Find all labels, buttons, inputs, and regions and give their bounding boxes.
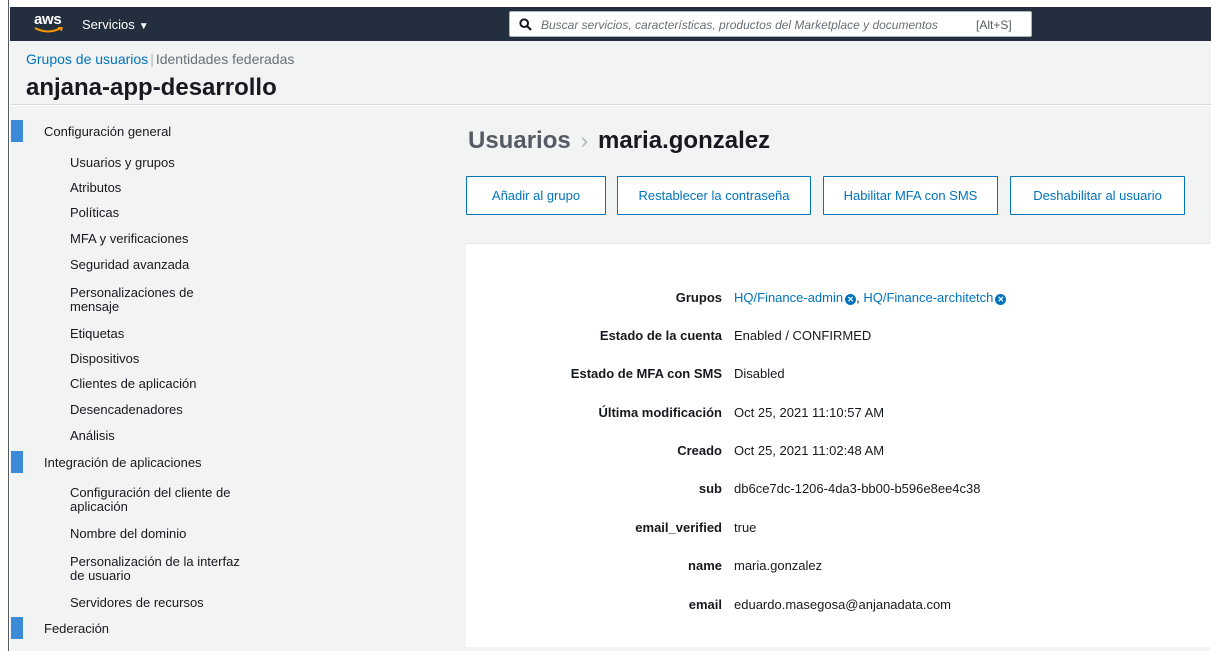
detail-value: maria.gonzalez: [734, 558, 823, 573]
detail-label: name: [688, 558, 722, 573]
detail-label: Creado: [677, 443, 722, 458]
group-link[interactable]: HQ/Finance-admin: [734, 290, 843, 305]
detail-label: Estado de la cuenta: [599, 328, 722, 343]
sidebar-item-message-customizations[interactable]: Personalizaciones de mensaje: [70, 286, 240, 314]
detail-row-created: Creado Oct 25, 2021 11:02:48 AM: [466, 443, 1211, 461]
caret-down-icon: ▼: [138, 21, 149, 32]
enable-mfa-button[interactable]: Habilitar MFA con SMS: [823, 176, 998, 215]
detail-value: Oct 25, 2021 11:10:57 AM: [734, 405, 885, 420]
reset-password-button[interactable]: Restablecer la contraseña: [617, 176, 811, 215]
detail-value: Disabled: [734, 366, 785, 381]
username-title: maria.gonzalez: [598, 127, 771, 154]
detail-row-email-verified: email_verified true: [466, 520, 1211, 538]
sidebar-item-users-groups[interactable]: Usuarios y grupos: [70, 156, 240, 170]
sidebar-item-policies[interactable]: Políticas: [70, 206, 240, 220]
user-pool-header: Grupos de usuarios | Identidades federadas…: [10, 41, 1211, 105]
detail-value: Enabled / CONFIRMED: [734, 328, 872, 343]
sidebar: Configuración general Usuarios y grupos …: [10, 106, 432, 651]
services-menu[interactable]: Servicios ▼: [82, 17, 149, 32]
sidebar-item-tags[interactable]: Etiquetas: [70, 327, 240, 341]
remove-circle-icon[interactable]: ✕: [845, 294, 857, 305]
detail-row-groups: Grupos HQ/Finance-admin ✕, HQ/Finance-arc…: [466, 290, 1211, 308]
section-marker: [11, 617, 23, 639]
tab-user-pools[interactable]: Grupos de usuarios: [26, 51, 148, 67]
detail-label: Última modificación: [598, 405, 722, 420]
page-title: Usuarios › maria.gonzalez: [468, 127, 770, 155]
detail-value: Oct 25, 2021 11:02:48 AM: [734, 443, 885, 458]
aws-smile-icon: [34, 27, 63, 33]
services-label: Servicios: [82, 17, 135, 32]
detail-label: email: [688, 597, 722, 612]
group-link[interactable]: HQ/Finance-architetch: [863, 290, 993, 305]
sidebar-section-federation[interactable]: Federación: [10, 617, 432, 639]
detail-label: Estado de MFA con SMS: [570, 366, 722, 381]
detail-label: email_verified: [635, 520, 722, 535]
pool-type-tabs: Grupos de usuarios | Identidades federadas: [26, 51, 294, 67]
sidebar-item-domain-name[interactable]: Nombre del dominio: [70, 527, 240, 541]
user-details-panel: Grupos HQ/Finance-admin ✕, HQ/Finance-arc…: [466, 243, 1211, 647]
detail-row-sub: sub db6ce7dc-1206-4da3-bb00-b596e8ee4c38: [466, 481, 1211, 499]
sidebar-item-app-clients[interactable]: Clientes de aplicación: [70, 377, 240, 391]
add-to-group-button[interactable]: Añadir al grupo: [466, 176, 606, 215]
search-input[interactable]: Buscar servicios, características, produ…: [541, 18, 975, 32]
tab-separator: |: [150, 51, 154, 67]
detail-label: sub: [698, 481, 722, 496]
detail-row-last-modified: Última modificación Oct 25, 2021 11:10:5…: [466, 405, 1211, 423]
sidebar-item-advanced-security[interactable]: Seguridad avanzada: [70, 258, 240, 272]
sidebar-section-app-integration[interactable]: Integración de aplicaciones: [10, 451, 432, 473]
sidebar-item-devices[interactable]: Dispositivos: [70, 352, 240, 366]
detail-row-email: email eduardo.masegosa@anjanadata.com: [466, 597, 1211, 615]
sidebar-section-general[interactable]: Configuración general: [10, 120, 432, 142]
top-navigation-bar: aws Servicios ▼ Buscar servicios, caracte…: [10, 7, 1211, 41]
section-marker: [11, 120, 23, 142]
sidebar-item-attributes[interactable]: Atributos: [70, 181, 240, 195]
detail-value: eduardo.masegosa@anjanadata.com: [734, 597, 952, 612]
aws-logo-text: aws: [34, 11, 62, 28]
detail-value: true: [734, 520, 757, 535]
main-content: Usuarios › maria.gonzalez Añadir al grupo …: [432, 106, 1211, 651]
chevron-right-icon: ›: [580, 128, 589, 153]
sidebar-section-label: Configuración general: [44, 124, 172, 139]
sidebar-item-triggers[interactable]: Desencadenadores: [70, 403, 240, 417]
search-bar[interactable]: Buscar servicios, características, produ…: [509, 11, 1032, 37]
sidebar-section-label: Federación: [44, 621, 110, 636]
tab-federated-identities[interactable]: Identidades federadas: [156, 51, 295, 67]
remove-circle-icon[interactable]: ✕: [995, 294, 1007, 305]
pool-name: anjana-app-desarrollo: [26, 74, 277, 101]
sidebar-item-app-client-settings[interactable]: Configuración del cliente de aplicación: [70, 486, 240, 514]
groups-list: HQ/Finance-admin ✕, HQ/Finance-architetch…: [734, 290, 1007, 305]
section-marker: [11, 451, 23, 473]
aws-logo[interactable]: aws: [34, 11, 66, 37]
sidebar-item-analytics[interactable]: Análisis: [70, 429, 240, 443]
sidebar-item-resource-servers[interactable]: Servidores de recursos: [70, 596, 240, 610]
detail-row-mfa-status: Estado de MFA con SMS Disabled: [466, 366, 1211, 384]
detail-value: db6ce7dc-1206-4da3-bb00-b596e8ee4c38: [734, 481, 981, 496]
search-shortcut-hint: [Alt+S]: [976, 18, 1012, 32]
window-edge: [0, 0, 9, 651]
breadcrumb-users[interactable]: Usuarios: [468, 127, 571, 154]
search-icon: [519, 18, 532, 31]
sidebar-section-label: Integración de aplicaciones: [44, 455, 202, 470]
disable-user-button[interactable]: Deshabilitar al usuario: [1010, 176, 1185, 215]
detail-row-account-status: Estado de la cuenta Enabled / CONFIRMED: [466, 328, 1211, 346]
detail-row-name: name maria.gonzalez: [466, 558, 1211, 576]
sidebar-item-mfa[interactable]: MFA y verificaciones: [70, 232, 240, 246]
detail-label: Grupos: [675, 290, 722, 305]
sidebar-item-ui-customization[interactable]: Personalización de la interfaz de usuari…: [70, 555, 240, 583]
